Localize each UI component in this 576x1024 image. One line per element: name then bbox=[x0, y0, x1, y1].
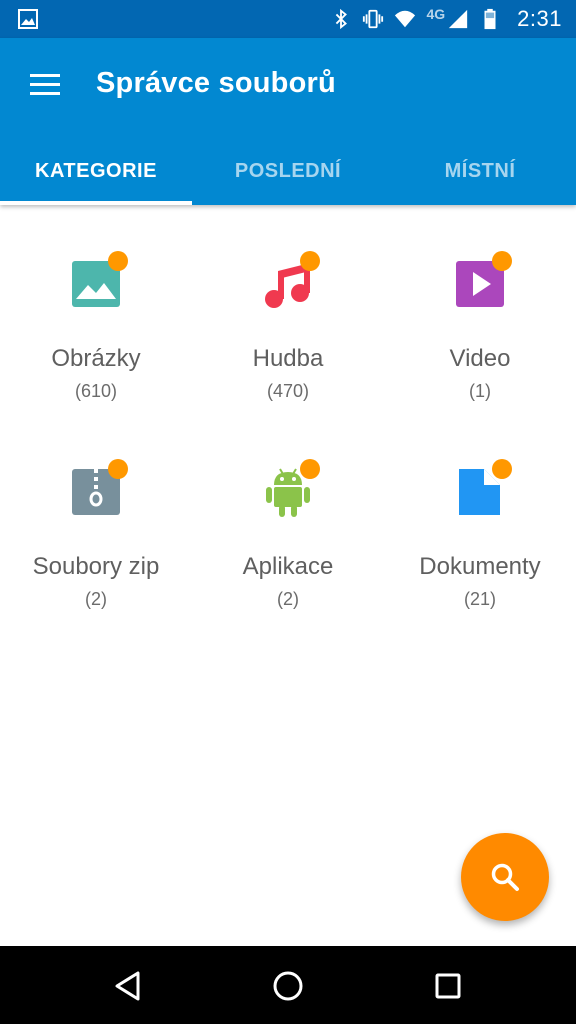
signal-icon bbox=[449, 9, 468, 29]
category-obrazky[interactable]: Obrázky (610) bbox=[0, 205, 192, 413]
app-title: Správce souborů bbox=[96, 67, 336, 99]
category-count: (610) bbox=[74, 381, 118, 401]
wifi-icon bbox=[395, 10, 416, 28]
app-bar: Správce souborů KATEGORIE POSLEDNÍ MÍSTN… bbox=[0, 38, 576, 205]
status-bar: 4G 2:31 bbox=[0, 0, 576, 38]
battery-icon bbox=[484, 8, 496, 30]
tab-mistni[interactable]: MÍSTNÍ bbox=[384, 138, 576, 205]
search-fab-button[interactable] bbox=[461, 833, 549, 921]
recent-apps-button[interactable] bbox=[428, 966, 468, 1006]
category-count: (1) bbox=[469, 381, 491, 401]
category-name: Hudba bbox=[252, 345, 324, 372]
new-badge bbox=[492, 459, 512, 479]
bluetooth-icon bbox=[336, 8, 348, 30]
new-badge bbox=[300, 251, 320, 271]
search-icon bbox=[491, 863, 519, 891]
category-count: (21) bbox=[463, 589, 496, 609]
tab-kategorie[interactable]: KATEGORIE bbox=[0, 138, 192, 205]
category-count: (2) bbox=[85, 589, 107, 609]
recent-apps-square-icon bbox=[435, 973, 461, 999]
category-name: Soubory zip bbox=[32, 553, 160, 580]
new-badge bbox=[108, 459, 128, 479]
category-name: Aplikace bbox=[242, 553, 334, 580]
category-name: Obrázky bbox=[51, 345, 141, 372]
category-aplikace[interactable]: Aplikace (2) bbox=[192, 413, 384, 621]
home-button[interactable] bbox=[268, 966, 308, 1006]
category-name: Dokumenty bbox=[419, 553, 541, 580]
category-name: Video bbox=[449, 345, 511, 372]
category-video[interactable]: Video (1) bbox=[384, 205, 576, 413]
category-dokumenty[interactable]: Dokumenty (21) bbox=[384, 413, 576, 621]
tab-posledni[interactable]: POSLEDNÍ bbox=[192, 138, 384, 205]
category-count: (2) bbox=[277, 589, 299, 609]
network-type: 4G bbox=[426, 6, 446, 22]
new-badge bbox=[492, 251, 512, 271]
new-badge bbox=[300, 459, 320, 479]
hamburger-menu-icon bbox=[30, 74, 60, 95]
back-button[interactable] bbox=[108, 966, 148, 1006]
back-triangle-icon bbox=[115, 971, 140, 1001]
category-hudba[interactable]: Hudba (470) bbox=[192, 205, 384, 413]
clock: 2:31 bbox=[517, 6, 562, 31]
tab-bar: KATEGORIE POSLEDNÍ MÍSTNÍ bbox=[0, 138, 576, 205]
menu-button[interactable] bbox=[28, 68, 62, 102]
navigation-bar bbox=[0, 946, 576, 1024]
home-circle-icon bbox=[273, 971, 303, 1001]
category-count: (470) bbox=[266, 381, 310, 401]
new-badge bbox=[108, 251, 128, 271]
vibrate-icon bbox=[363, 9, 384, 29]
category-soubory-zip[interactable]: Soubory zip (2) bbox=[0, 413, 192, 621]
category-grid: Obrázky (610) Hudba (470) Video (1) Soub… bbox=[0, 205, 576, 621]
gallery-notification-icon bbox=[18, 9, 38, 29]
